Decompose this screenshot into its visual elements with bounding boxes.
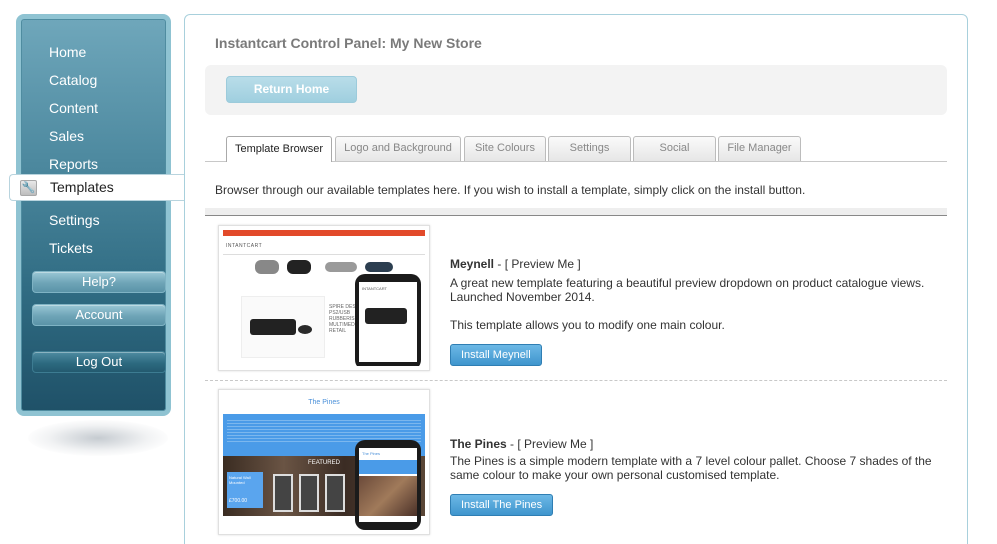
wrench-icon: 🔧 [20, 180, 37, 196]
template-description: A great new template featuring a beautif… [450, 276, 925, 304]
page-title: Instantcart Control Panel: My New Store [215, 35, 482, 51]
phone-blue-band [359, 460, 417, 474]
mouse-image [298, 325, 312, 334]
template-name: The Pines [450, 437, 507, 451]
tab-logo-and-background[interactable]: Logo and Background [335, 136, 461, 161]
sidebar-item-label: Templates [50, 179, 114, 195]
thumb-title: The Pines [308, 399, 340, 406]
account-button[interactable]: Account [32, 304, 166, 326]
sidebar-item-catalog[interactable]: Catalog [49, 69, 97, 91]
thumb-card-price: £700.00 [229, 498, 248, 504]
sidebar-item-content[interactable]: Content [49, 97, 98, 119]
phone-mockup: INTANTCART [355, 274, 421, 366]
sidebar-item-sales[interactable]: Sales [49, 125, 84, 147]
phone-image [359, 476, 417, 516]
sidebar-item-reports[interactable]: Reports [49, 153, 98, 175]
divider [205, 208, 947, 216]
preview-link[interactable]: [ Preview Me ] [517, 437, 593, 451]
sidebar-shadow [28, 420, 168, 456]
template-row: INTANTCART SPIRE DESK PS2/USB RUBBERIS M… [205, 225, 947, 381]
phone-keyboard-image [365, 308, 407, 324]
action-bar: Return Home [205, 65, 947, 115]
intro-text: Browser through our available templates … [215, 183, 806, 197]
thumb-shelf [273, 474, 293, 512]
template-row: The Pines FEATURED Natural Wall Mounted … [205, 389, 947, 544]
thumb-product-large [241, 296, 325, 358]
thumb-product [287, 260, 311, 274]
thumb-shelf [299, 474, 319, 512]
template-title: Meynell - [ Preview Me ] [450, 257, 581, 271]
tab-site-colours[interactable]: Site Colours [464, 136, 546, 161]
template-name: Meynell [450, 257, 495, 271]
sidebar: Home Catalog Content Sales Reports Setti… [16, 14, 171, 416]
thumb-divider [223, 254, 425, 255]
thumb-card-title: Natural Wall Mounted [229, 475, 251, 485]
tab-settings[interactable]: Settings [548, 136, 631, 161]
sidebar-item-home[interactable]: Home [49, 41, 86, 63]
return-home-button[interactable]: Return Home [226, 76, 357, 103]
main-panel: Instantcart Control Panel: My New Store … [184, 14, 968, 544]
tab-template-browser[interactable]: Template Browser [226, 136, 332, 162]
thumb-brand: INTANTCART [226, 243, 263, 249]
sidebar-item-tickets[interactable]: Tickets [49, 237, 93, 259]
sidebar-item-templates[interactable]: 🔧 Templates [9, 174, 185, 201]
help-button[interactable]: Help? [32, 271, 166, 293]
thumb-header-bar [223, 230, 425, 236]
tab-social[interactable]: Social [633, 136, 716, 161]
logout-button[interactable]: Log Out [32, 351, 166, 373]
thumb-product [365, 262, 393, 272]
tab-bar: Template Browser Logo and Background Sit… [205, 136, 947, 162]
thumb-product [325, 262, 357, 272]
phone-brand: INTANTCART [362, 286, 387, 291]
tab-file-manager[interactable]: File Manager [718, 136, 801, 161]
template-title: The Pines - [ Preview Me ] [450, 437, 594, 451]
template-description: The Pines is a simple modern template wi… [450, 454, 932, 482]
preview-link[interactable]: [ Preview Me ] [505, 257, 581, 271]
thumb-product-card: Natural Wall Mounted £700.00 [227, 472, 263, 508]
phone-title: The Pines [362, 451, 381, 456]
install-meynell-button[interactable]: Install Meynell [450, 344, 542, 366]
template-thumbnail[interactable]: The Pines FEATURED Natural Wall Mounted … [218, 389, 430, 535]
install-the-pines-button[interactable]: Install The Pines [450, 494, 554, 516]
sidebar-item-settings[interactable]: Settings [49, 209, 100, 231]
template-thumbnail[interactable]: INTANTCART SPIRE DESK PS2/USB RUBBERIS M… [218, 225, 430, 371]
thumb-product [255, 260, 279, 274]
thumb-shelf [325, 474, 345, 512]
keyboard-image [250, 319, 296, 335]
phone-mockup: The Pines [355, 440, 421, 530]
template-note: This template allows you to modify one m… [450, 318, 725, 332]
